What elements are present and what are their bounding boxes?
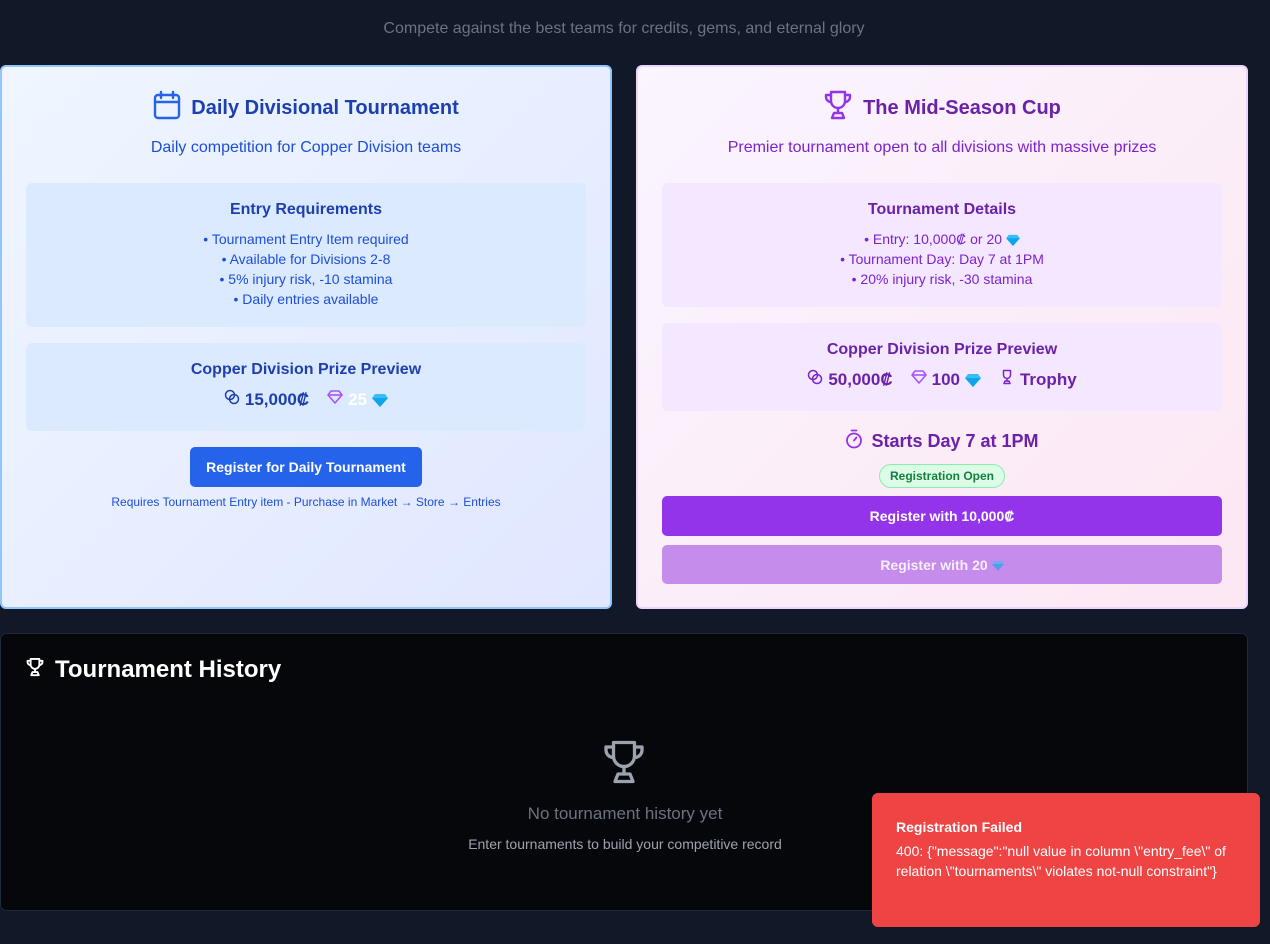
register-with-credits-button[interactable]: Register with 10,000₡: [662, 496, 1222, 536]
list-item: • Entry: 10,000₡ or 20: [674, 229, 1210, 249]
register-with-gems-button[interactable]: Register with 20: [662, 545, 1222, 584]
trophy-icon: [601, 738, 647, 791]
tournament-history-title: Tournament History: [25, 656, 281, 684]
list-item: • Tournament Entry Item required: [203, 231, 409, 247]
toast-message: 400: {"message":"null value in column \"…: [896, 843, 1226, 879]
list-item: • Tournament Day: Day 7 at 1PM: [840, 251, 1044, 267]
list-item: • Available for Divisions 2-8: [221, 251, 391, 267]
list-item: • Daily entries available: [233, 291, 379, 307]
cup-prize-title: Copper Division Prize Preview: [826, 341, 1058, 358]
entry-requirements-title: Entry Requirements: [229, 201, 383, 218]
diamond-emoji-icon: [964, 370, 981, 390]
gem-icon: [327, 389, 343, 410]
trophy-icon: [823, 89, 853, 127]
cup-prize-trophy: Trophy: [999, 369, 1077, 390]
tournament-details-title: Tournament Details: [867, 201, 1017, 218]
trophy-icon: [999, 369, 1015, 390]
coins-icon: [807, 369, 823, 390]
cup-prize-credits: 50,000₡: [807, 369, 893, 390]
daily-tournament-title-text: Daily Divisional Tournament: [191, 96, 459, 119]
list-item: • 20% injury risk, -30 stamina: [851, 271, 1033, 287]
registration-status-badge: Registration Open: [878, 464, 1005, 488]
daily-prize-preview-box: Copper Division Prize Preview 15,000₡ 25: [26, 343, 586, 431]
mid-season-cup-title: The Mid-Season Cup: [662, 89, 1222, 127]
calendar-icon: [153, 90, 181, 126]
cup-prize-preview-box: Copper Division Prize Preview 50,000₡ 10…: [662, 323, 1222, 411]
diamond-emoji-icon: [372, 390, 389, 410]
daily-tournament-title: Daily Divisional Tournament: [26, 90, 586, 126]
error-toast[interactable]: Registration Failed 400: {"message":"nul…: [872, 793, 1260, 927]
gem-icon: [910, 369, 927, 390]
tournament-details-box: Tournament Details • Entry: 10,000₡ or 2…: [662, 183, 1222, 307]
stopwatch-icon: [845, 429, 863, 454]
daily-tournament-card: Daily Divisional Tournament Daily compet…: [0, 65, 612, 609]
coins-icon: [224, 389, 240, 410]
entry-requirements-list: • Tournament Entry Item required • Avail…: [38, 229, 574, 309]
mid-season-cup-title-text: The Mid-Season Cup: [863, 96, 1061, 119]
trophy-icon: [25, 656, 45, 684]
mid-season-cup-card: The Mid-Season Cup Premier tournament op…: [636, 65, 1248, 609]
cup-prize-gems: 100: [910, 369, 981, 390]
tournament-details-list: • Entry: 10,000₡ or 20 • Tournament Day:…: [674, 229, 1210, 289]
daily-prize-title: Copper Division Prize Preview: [190, 361, 422, 378]
mid-season-cup-description: Premier tournament open to all divisions…: [727, 139, 1157, 156]
page-subtitle: Compete against the best teams for credi…: [383, 20, 865, 37]
toast-title: Registration Failed: [896, 819, 1023, 835]
daily-prize-credits: 15,000₡: [224, 389, 309, 410]
cup-prizes: 50,000₡ 100 Trophy: [674, 369, 1210, 390]
diamond-emoji-icon: [1006, 231, 1020, 247]
daily-entry-note: Requires Tournament Entry item - Purchas…: [111, 495, 501, 509]
entry-requirements-box: Entry Requirements • Tournament Entry It…: [26, 183, 586, 327]
diamond-emoji-icon: [991, 557, 1004, 573]
list-item: • 5% injury risk, -10 stamina: [219, 271, 393, 287]
daily-tournament-description: Daily competition for Copper Division te…: [150, 139, 462, 156]
register-daily-tournament-button[interactable]: Register for Daily Tournament: [190, 447, 422, 487]
cup-start-time: Starts Day 7 at 1PM: [662, 429, 1222, 454]
daily-prizes: 15,000₡ 25: [38, 389, 574, 410]
daily-prize-gems: 25: [327, 389, 389, 410]
